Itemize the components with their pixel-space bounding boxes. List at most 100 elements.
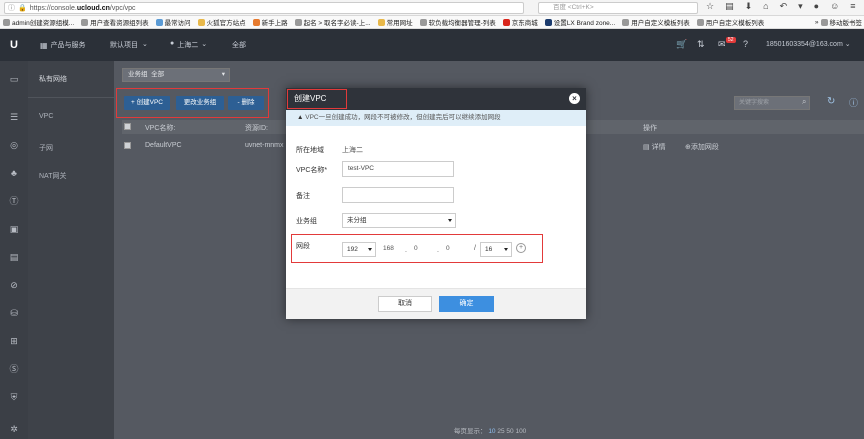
nav-all[interactable]: 全部 (232, 40, 246, 50)
bookmark-item[interactable]: 起名 > 取名字必读-上... (294, 17, 371, 27)
bookmark-item[interactable]: 设置LX Brand zone... (544, 17, 615, 27)
business-group-select[interactable]: 未分组 (342, 213, 456, 228)
back-arrow-icon[interactable]: ↶ (780, 1, 788, 12)
bookmark-item[interactable]: 火狐官方站点 (197, 17, 246, 27)
transfer-icon[interactable]: ⇅ (697, 39, 705, 50)
browser-search-input[interactable]: 百度 <Ctrl+K> (538, 2, 698, 14)
cancel-button[interactable]: 取消 (378, 296, 432, 312)
page-size-100[interactable]: 100 (515, 428, 526, 435)
compass-icon[interactable]: ⊘ (9, 280, 19, 290)
bookmark-item[interactable]: 用户查看资源组列表 (81, 17, 149, 27)
sidebar-item-nat[interactable]: NAT网关 (39, 171, 66, 181)
search-icon[interactable]: ⌕ (802, 97, 806, 107)
bookmark-icon (696, 18, 704, 26)
row-detail-link[interactable]: ▤ 详情 (643, 142, 666, 152)
download-icon[interactable]: ⬇ (745, 1, 753, 12)
bookmark-item[interactable]: 用户自定义模板列表 (696, 17, 764, 27)
disk-icon[interactable]: ▣ (9, 224, 19, 234)
chevron-down-icon[interactable]: ▾ (798, 1, 803, 12)
sidebar-item-subnet[interactable]: 子网 (39, 143, 53, 153)
sidebar: 私有网络 VPC 子网 NAT网关 (28, 61, 114, 439)
help-icon[interactable]: ⓘ (849, 96, 858, 109)
row-resource-id: uvnet-mnmx (245, 142, 284, 149)
confirm-button[interactable]: 确定 (439, 296, 494, 312)
page-size-50[interactable]: 50 (506, 428, 513, 435)
chevron-down-icon (448, 219, 452, 222)
bookmark-item[interactable]: 用户自定义模板列表 (622, 17, 690, 27)
bookmark-item[interactable]: 京东商城 (502, 17, 538, 27)
cidr-octet-4[interactable]: 0 (446, 245, 450, 252)
network-icon[interactable]: ♣ (9, 168, 19, 178)
coin-icon[interactable]: Ⓢ (9, 364, 19, 374)
bookmark-item[interactable]: 软负载均衡器管理-列表 (419, 17, 496, 27)
chat-icon[interactable]: ● (814, 1, 819, 12)
cidr-label: 网段 (296, 243, 310, 250)
bookmark-item[interactable]: 最常访问 (155, 17, 191, 27)
close-icon[interactable]: × (569, 93, 580, 104)
x-icon (544, 18, 552, 26)
keyword-search-input[interactable]: 关键字搜索 (734, 96, 810, 110)
refresh-icon[interactable]: ↻ (827, 96, 835, 107)
bookmark-icon (820, 18, 828, 26)
ucloud-logo[interactable]: U (0, 29, 28, 61)
grid-icon: ▦ (40, 40, 48, 50)
smile-icon[interactable]: ☺ (830, 1, 839, 12)
row-checkbox[interactable] (124, 142, 131, 149)
project-select[interactable]: 默认项目 ⌄ (110, 40, 148, 50)
location-icon: ● (170, 40, 175, 47)
add-cidr-icon[interactable]: + (516, 243, 526, 253)
cidr-octet-2[interactable]: 168 (383, 245, 394, 252)
bookmark-icon (3, 18, 10, 26)
page-size-25[interactable]: 25 (497, 428, 504, 435)
bookmark-item[interactable]: 常用网址 (377, 17, 413, 27)
region-select[interactable]: ● 上海二 ⌄ (170, 40, 207, 50)
settings-icon[interactable]: ✲ (9, 424, 19, 434)
page-size-10[interactable]: 10 (488, 428, 495, 435)
globe-icon[interactable]: ◎ (9, 140, 19, 150)
mail-icon[interactable]: ✉ (718, 39, 726, 50)
info-icon[interactable]: ⓘ (8, 3, 15, 13)
dialog-footer: 取消 确定 (286, 288, 586, 319)
circle-t-icon[interactable]: Ⓣ (9, 196, 19, 206)
products-menu[interactable]: ▦ 产品与服务 (40, 40, 86, 50)
bookmark-item[interactable]: » 移动版书签 (815, 17, 864, 27)
bookmark-icon (294, 18, 302, 26)
select-all-checkbox[interactable] (124, 123, 131, 130)
url-domain: ucloud.cn (76, 4, 110, 12)
detail-icon: ▤ (643, 144, 650, 151)
help-icon[interactable]: ? (743, 39, 748, 49)
url-field[interactable]: ⓘ 🔒 https://console.ucloud.cn/vpc/vpc (4, 2, 524, 14)
reading-list-icon[interactable]: ▤ (725, 1, 734, 12)
browser-toolbar: ☆ ▤ ⬇ ⌂ ↶ ▾ ● ☺ ≡ (706, 1, 856, 12)
bookmark-item[interactable]: 新手上路 (252, 17, 288, 27)
cidr-octet-3[interactable]: 0 (414, 245, 418, 252)
overflow-icon: » (814, 18, 819, 26)
row-vpc-name[interactable]: DefaultVPC (145, 142, 182, 149)
cidr-octet-1-select[interactable]: 192 (342, 242, 376, 257)
cidr-mask-select[interactable]: 16 (480, 242, 512, 257)
remark-input[interactable] (342, 187, 454, 203)
apps-icon[interactable]: ⊞ (9, 336, 19, 346)
vpc-name-input[interactable]: test-VPC (342, 161, 454, 177)
shield-icon[interactable]: ⛨ (9, 392, 19, 402)
bookmark-item[interactable]: admin创建资源组模... (3, 17, 74, 27)
column-name: VPC名称: (145, 125, 176, 132)
document-icon[interactable]: ▤ (9, 252, 19, 262)
menu-icon[interactable]: ≡ (850, 1, 855, 12)
home-icon[interactable]: ⌂ (763, 1, 768, 12)
column-operations: 操作 (643, 125, 657, 132)
chevron-down-icon: ⌄ (142, 41, 148, 48)
database-icon[interactable]: ⛁ (9, 308, 19, 318)
monitor-icon[interactable]: ▭ (9, 74, 19, 84)
highlight-box (116, 88, 269, 118)
server-icon[interactable]: ☰ (9, 112, 19, 122)
account-menu[interactable]: 18501603354@163.com ⌄ (766, 40, 851, 48)
bookmark-icon (622, 18, 630, 26)
business-group-label: 业务组 (296, 218, 317, 225)
folder-icon (197, 18, 205, 26)
sidebar-item-vpc[interactable]: VPC (39, 113, 53, 120)
star-icon[interactable]: ☆ (706, 1, 714, 12)
business-group-filter[interactable]: 业务组 全部 ▾ (122, 68, 230, 82)
row-add-segment-link[interactable]: ⊕添加网段 (685, 142, 719, 152)
cart-icon[interactable]: 🛒 (676, 39, 687, 50)
